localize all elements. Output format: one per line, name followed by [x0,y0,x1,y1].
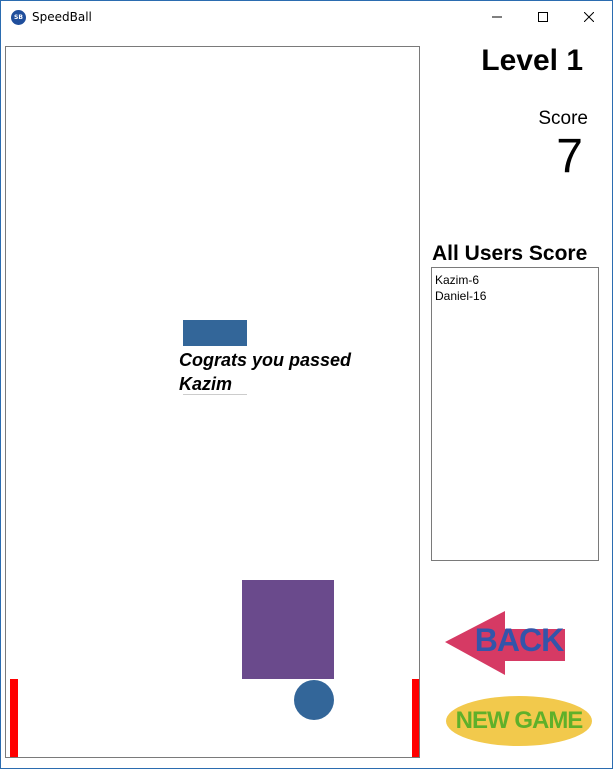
all-users-score-title: All Users Score [432,242,588,265]
app-icon: SB [11,10,26,25]
close-button[interactable] [566,1,612,33]
title-bar[interactable]: SB SpeedBall [1,1,612,33]
window-title: SpeedBall [32,10,92,24]
list-item[interactable]: Daniel-16 [432,288,598,304]
congrats-line-2: Kazim [179,374,233,394]
congrats-message: Cograts you passed Kazim [179,348,409,396]
list-item[interactable]: Kazim-6 [432,272,598,288]
app-window: SB SpeedBall Cograts you passed Kazim Le… [0,0,613,769]
ball [294,680,334,720]
congrats-line-1: Cograts you passed [179,350,352,370]
close-icon [584,12,594,22]
left-wall [10,679,18,757]
game-area[interactable]: Cograts you passed Kazim [5,46,420,758]
right-wall [412,679,419,757]
back-button[interactable]: BACK [445,609,567,677]
back-label: BACK [474,622,564,658]
new-game-label: NEW GAME [455,707,584,734]
users-score-list[interactable]: Kazim-6 Daniel-16 [431,267,599,561]
maximize-icon [538,12,548,22]
new-game-button[interactable]: NEW GAME [446,696,592,746]
score-label: Score [538,108,588,129]
score-value: 7 [556,130,583,183]
message-block [183,320,247,346]
maximize-button[interactable] [520,1,566,33]
minimize-button[interactable] [474,1,520,33]
paddle-block[interactable] [242,580,334,679]
minimize-icon [492,16,502,18]
message-underline [183,394,247,395]
level-label: Level 1 [481,44,583,77]
